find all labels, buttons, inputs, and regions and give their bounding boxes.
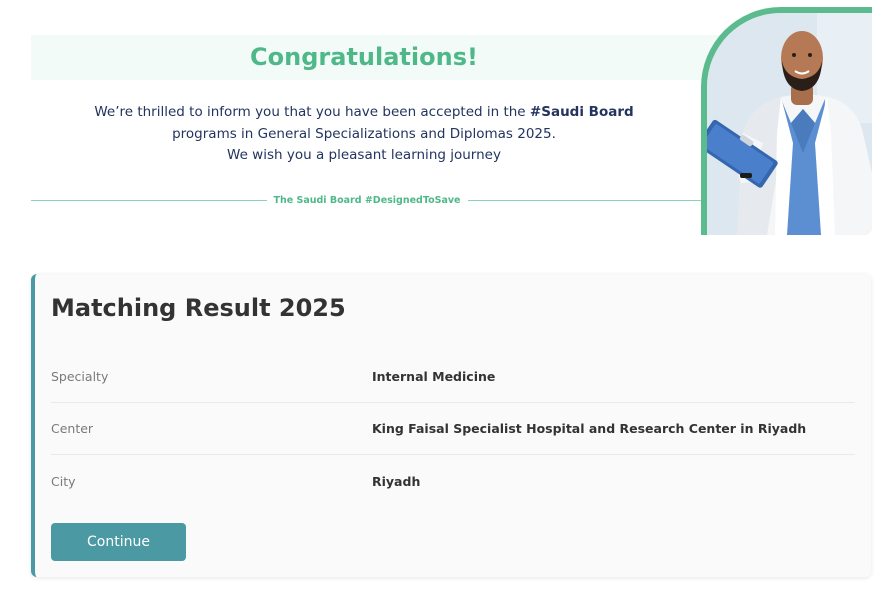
divider-left bbox=[31, 199, 267, 201]
saudi-board-hashtag: #Saudi Board bbox=[529, 104, 634, 120]
continue-button[interactable]: Continue bbox=[51, 523, 186, 561]
doctor-illustration bbox=[707, 13, 872, 235]
message-line-1-text: We’re thrilled to inform you that you ha… bbox=[94, 104, 530, 120]
matching-result-card: Matching Result 2025 Specialty Internal … bbox=[31, 274, 871, 577]
result-row-specialty: Specialty Internal Medicine bbox=[51, 350, 855, 403]
specialty-label: Specialty bbox=[51, 368, 109, 384]
acceptance-page: Congratulations! We’re thrilled to infor… bbox=[0, 0, 893, 614]
center-label: Center bbox=[51, 420, 94, 436]
doctor-photo bbox=[701, 7, 872, 235]
tagline-divider: The Saudi Board #DesignedToSave bbox=[31, 190, 703, 210]
divider-right bbox=[467, 199, 703, 201]
message-line-1: We’re thrilled to inform you that you ha… bbox=[31, 102, 697, 124]
tagline: The Saudi Board #DesignedToSave bbox=[273, 194, 461, 206]
message-line-2: programs in General Specializations and … bbox=[172, 125, 556, 142]
result-row-center: Center King Faisal Specialist Hospital a… bbox=[51, 402, 855, 455]
acceptance-message: We’re thrilled to inform you that you ha… bbox=[31, 102, 697, 167]
matching-result-title: Matching Result 2025 bbox=[51, 294, 346, 322]
congratulations-title: Congratulations! bbox=[250, 43, 478, 71]
city-label: City bbox=[51, 474, 76, 489]
center-value: King Faisal Specialist Hospital and Rese… bbox=[372, 420, 807, 436]
message-line-3: We wish you a pleasant learning journey bbox=[227, 147, 501, 163]
city-value: Riyadh bbox=[372, 474, 421, 489]
specialty-value: Internal Medicine bbox=[372, 368, 496, 384]
result-row-city: City Riyadh bbox=[51, 455, 855, 508]
